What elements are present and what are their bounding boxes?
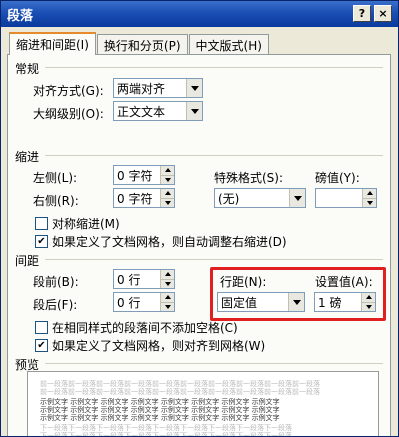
chevron-down-icon[interactable] [289, 189, 305, 207]
tab-line-page-breaks[interactable]: 换行和分页(P) [96, 34, 188, 55]
preview-prev-paragraph: 前一段落前一段落前一段落前一段落前一段落前一段落前一段落前一段落前一段落前一段落 [40, 380, 320, 388]
space-before-spinner[interactable]: 0 行 [113, 269, 175, 289]
preview-sample-line: 示例文字 示例文字 示例文字 示例文字 示例文字 示例文字 示例文字 示例文字 [40, 406, 280, 414]
right-indent-label: 右侧(R): [33, 194, 79, 208]
outline-level-value: 正文文本 [117, 104, 166, 119]
tab-indent-spacing[interactable]: 缩进和间距(I) [9, 32, 96, 55]
divider [45, 363, 383, 364]
divider [45, 67, 383, 68]
paragraph-dialog: 段落 ? × 缩进和间距(I) 换行和分页(P) 中文版式(H) 常规 对齐方式… [0, 0, 399, 437]
spin-up-icon[interactable] [161, 293, 174, 302]
spin-down-icon[interactable] [161, 174, 174, 184]
checkbox-box[interactable] [35, 321, 48, 334]
title-bar[interactable]: 段落 ? × [1, 1, 398, 27]
window-title: 段落 [7, 8, 34, 24]
special-indent-value: (无) [218, 191, 240, 206]
check-icon[interactable]: ✔ [35, 235, 48, 248]
chevron-down-icon[interactable] [186, 79, 202, 97]
close-button[interactable]: × [374, 5, 392, 22]
right-indent-value: 0 字符 [117, 191, 153, 206]
preview-next-paragraph: 下一段落下一段落下一段落下一段落下一段落下一段落下一段落下一段落下一段落 [40, 432, 292, 437]
auto-adjust-right-indent-checkbox[interactable]: ✔ 如果定义了文档网格，则自动调整右缩进(D) [35, 233, 287, 250]
spin-up-icon[interactable] [161, 189, 174, 198]
space-before-value: 0 行 [117, 272, 141, 287]
space-after-label: 段后(F): [33, 298, 78, 312]
section-indent: 缩进 [15, 150, 40, 164]
mirror-indents-label: 对称缩进(M) [52, 217, 120, 231]
snap-to-grid-label: 如果定义了文档网格，则对齐到网格(W) [52, 339, 266, 353]
outline-level-select[interactable]: 正文文本 [113, 101, 203, 121]
spin-up-icon[interactable] [161, 166, 174, 175]
left-indent-label: 左侧(L): [33, 171, 78, 185]
chevron-down-icon[interactable] [186, 102, 202, 120]
special-indent-label: 特殊格式(S): [214, 171, 284, 185]
tab-asian-typography[interactable]: 中文版式(H) [188, 34, 269, 55]
space-before-label: 段前(B): [33, 275, 79, 289]
spin-up-icon[interactable] [363, 189, 376, 198]
space-after-value: 0 行 [117, 295, 141, 310]
spin-down-icon[interactable] [161, 278, 174, 288]
section-spacing: 间距 [15, 254, 40, 268]
spin-down-icon[interactable] [161, 197, 174, 207]
alignment-label: 对齐方式(G): [33, 84, 104, 98]
spin-down-icon[interactable] [363, 197, 376, 207]
preview-next-paragraph: 下一段落下一段落下一段落下一段落下一段落下一段落下一段落下一段落下一段落 [40, 424, 292, 432]
preview-box: 前一段落前一段落前一段落前一段落前一段落前一段落前一段落前一段落前一段落前一段落… [27, 371, 379, 437]
left-indent-value: 0 字符 [117, 168, 153, 183]
help-button[interactable]: ? [353, 5, 371, 22]
no-space-same-style-checkbox[interactable]: 在相同样式的段落间不添加空格(C) [35, 319, 238, 336]
preview-sample-line: 示例文字 示例文字 示例文字 示例文字 示例文字 示例文字 示例文字 示例文字 [40, 398, 280, 406]
no-space-label: 在相同样式的段落间不添加空格(C) [52, 321, 238, 335]
divider [45, 155, 383, 156]
section-general: 常规 [15, 62, 40, 76]
highlight-box [210, 267, 386, 321]
tab-strip: 缩进和间距(I) 换行和分页(P) 中文版式(H) [9, 32, 270, 55]
indent-by-label: 磅值(Y): [315, 171, 360, 185]
right-indent-spinner[interactable]: 0 字符 [113, 188, 175, 208]
outline-level-label: 大纲级别(O): [33, 107, 104, 121]
spin-down-icon[interactable] [161, 301, 174, 311]
auto-adjust-label: 如果定义了文档网格，则自动调整右缩进(D) [52, 235, 287, 249]
snap-to-grid-checkbox[interactable]: ✔ 如果定义了文档网格，则对齐到网格(W) [35, 337, 265, 354]
preview-sample-line: 示例文字 示例文字 示例文字 示例文字 示例文字 示例文字 示例文字 示例文字 [40, 414, 280, 422]
divider [45, 259, 383, 260]
alignment-select[interactable]: 两端对齐 [113, 78, 203, 98]
check-icon[interactable]: ✔ [35, 339, 48, 352]
left-indent-spinner[interactable]: 0 字符 [113, 165, 175, 185]
mirror-indents-checkbox[interactable]: 对称缩进(M) [35, 215, 120, 232]
indent-by-spinner[interactable] [315, 188, 377, 208]
spin-up-icon[interactable] [161, 270, 174, 279]
checkbox-box[interactable] [35, 217, 48, 230]
preview-prev-paragraph: 前一段落前一段落前一段落前一段落前一段落前一段落前一段落前一段落前一段落前一段落 [40, 388, 320, 396]
special-indent-select[interactable]: (无) [214, 188, 306, 208]
space-after-spinner[interactable]: 0 行 [113, 292, 175, 312]
alignment-value: 两端对齐 [117, 81, 166, 96]
